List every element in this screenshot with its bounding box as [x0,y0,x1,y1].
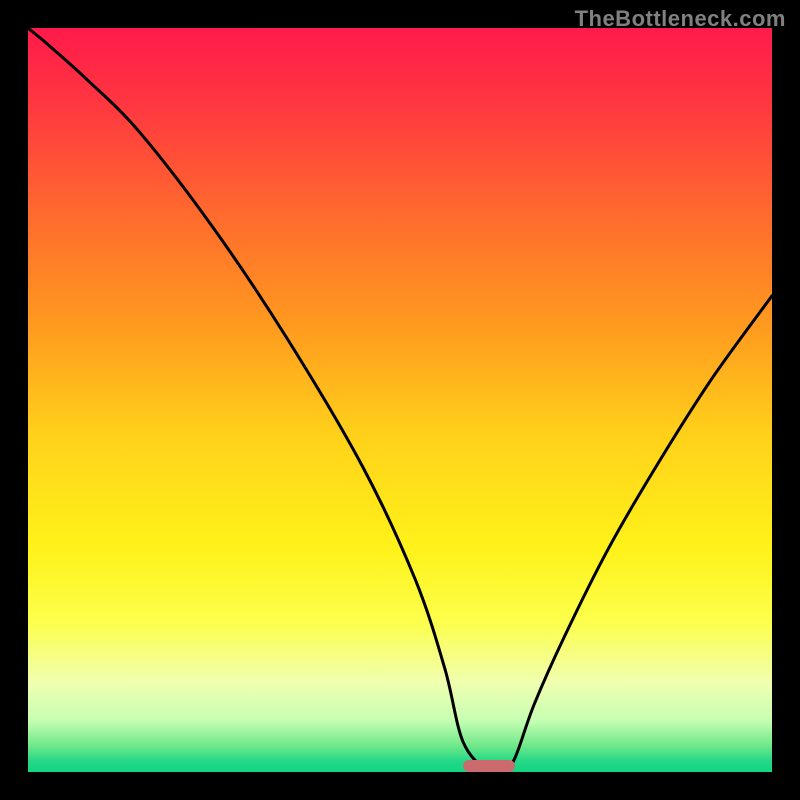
curve-svg [28,28,772,772]
outer-frame: TheBottleneck.com [0,0,800,800]
bottleneck-curve [28,28,772,772]
optimal-range-marker [463,760,515,772]
plot-area [28,28,772,772]
